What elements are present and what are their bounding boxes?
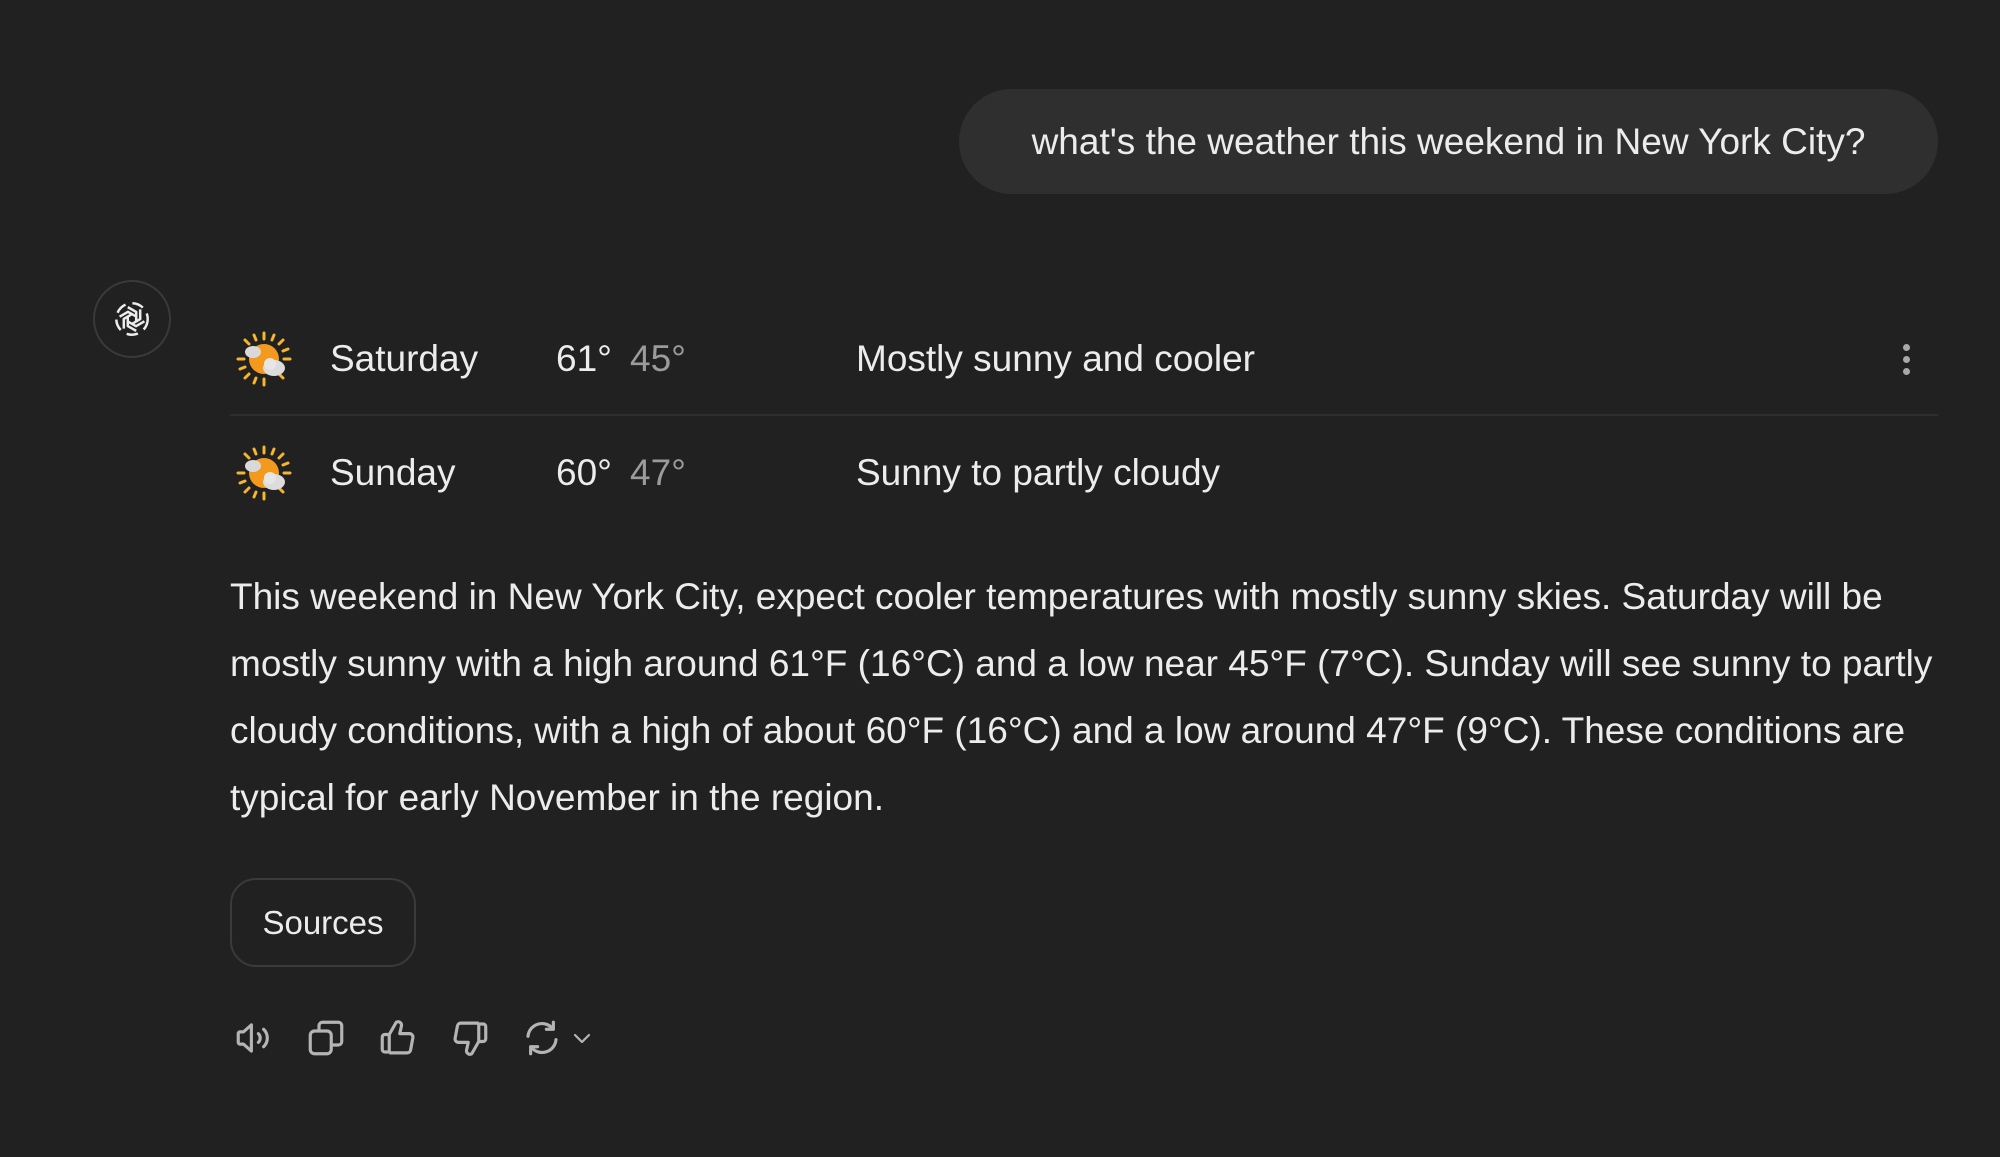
partly-sunny-icon xyxy=(236,445,292,501)
forecast-high: 60° xyxy=(556,452,612,493)
forecast-low: 45° xyxy=(630,338,686,379)
assistant-response-text: This weekend in New York City, expect co… xyxy=(230,576,1933,818)
forecast-low: 47° xyxy=(630,452,686,493)
user-message-bubble: what's the weather this weekend in New Y… xyxy=(959,89,1938,194)
regenerate-button[interactable] xyxy=(520,1016,564,1060)
partly-sunny-icon xyxy=(236,331,292,387)
chevron-down-icon xyxy=(573,1033,591,1044)
vertical-ellipsis-icon xyxy=(1902,343,1910,351)
forecast-day: Sunday xyxy=(330,452,456,493)
sources-button[interactable]: Sources xyxy=(230,878,416,967)
message-actions xyxy=(232,1016,624,1060)
refresh-icon xyxy=(526,1020,558,1056)
user-message-text: what's the weather this weekend in New Y… xyxy=(1031,120,1866,162)
forecast-description: Sunny to partly cloudy xyxy=(856,452,1221,493)
forecast-row-saturday: Saturday 61° 45° Mostly sunny and cooler xyxy=(230,304,1938,416)
openai-logo-icon xyxy=(115,302,149,336)
copy-button[interactable] xyxy=(304,1016,348,1060)
assistant-avatar xyxy=(93,280,171,358)
more-options-button[interactable] xyxy=(1884,329,1928,389)
good-response-button[interactable] xyxy=(376,1016,420,1060)
read-aloud-button[interactable] xyxy=(232,1016,276,1060)
speaker-icon xyxy=(236,1023,269,1053)
thumbs-up-icon xyxy=(380,1020,415,1055)
forecast-day: Saturday xyxy=(330,338,479,379)
sources-label: Sources xyxy=(262,903,384,941)
forecast-row-sunday: Sunday 60° 47° Sunny to partly cloudy xyxy=(230,418,1938,528)
forecast-high: 61° xyxy=(556,338,612,379)
bad-response-button[interactable] xyxy=(448,1016,492,1060)
model-switch-button[interactable] xyxy=(568,1016,596,1060)
thumbs-down-icon xyxy=(453,1021,488,1056)
forecast-description: Mostly sunny and cooler xyxy=(856,338,1255,379)
copy-icon xyxy=(308,1020,344,1056)
